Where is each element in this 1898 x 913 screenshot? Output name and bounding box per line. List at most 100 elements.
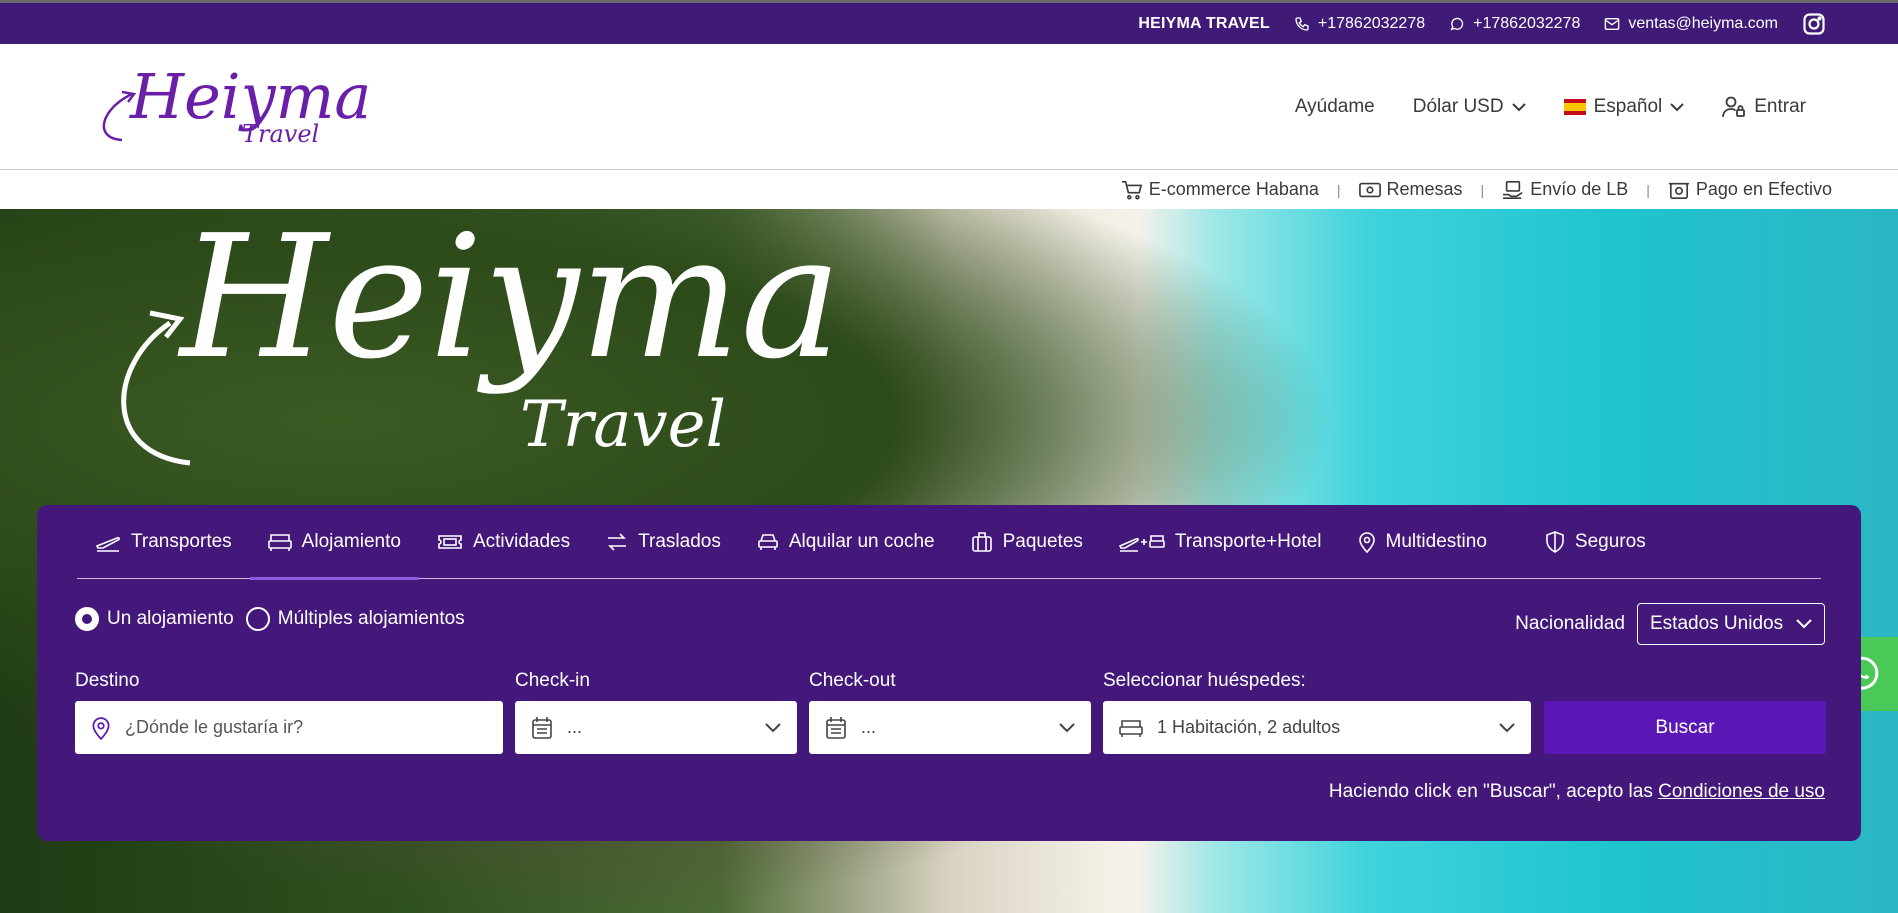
instagram-icon[interactable] [1802, 12, 1826, 36]
top-bar: HEIYMA TRAVEL +17862032278 +17862032278 … [0, 0, 1898, 44]
help-link[interactable]: Ayúdame [1295, 96, 1375, 118]
nationality-label: Nacionalidad [1515, 613, 1625, 634]
transfer-icon [608, 532, 627, 551]
tab-label: Transporte+Hotel [1174, 530, 1322, 552]
shipping-icon [1503, 180, 1523, 199]
divider: | [1646, 181, 1650, 198]
login-label: Entrar [1754, 96, 1806, 117]
radio-single-accommodation[interactable]: Un alojamiento [75, 607, 234, 631]
radio-label: Múltiples alojamientos [277, 608, 465, 629]
spain-flag-icon [1563, 99, 1586, 115]
currency-label: Dólar USD [1412, 96, 1504, 117]
accommodation-type-radios: Un alojamiento Múltiples alojamientos [75, 607, 465, 631]
checkout-field[interactable]: ... [809, 701, 1091, 754]
cart-icon [1121, 180, 1142, 200]
radio-label: Un alojamiento [107, 608, 234, 629]
chevron-down-icon [1511, 103, 1526, 112]
mail-icon [1605, 17, 1620, 30]
calendar-icon [532, 716, 552, 739]
product-tabs: Transportes Alojamiento Actividades Tras… [77, 505, 1821, 580]
plane-bed-icon [1118, 534, 1165, 552]
site-header: Heiyma Travel Ayúdame Dólar USD Español … [0, 44, 1898, 170]
pago-efectivo-link[interactable]: Pago en Efectivo [1668, 179, 1832, 200]
destination-placeholder: ¿Dónde le gustaría ir? [125, 717, 304, 737]
hero-logo: Heiyma Travel [100, 213, 842, 483]
divider: | [1480, 181, 1485, 198]
terms-notice: Haciendo click en "Buscar", acepto las C… [1329, 781, 1825, 803]
checkin-field[interactable]: ... [515, 701, 797, 754]
tab-traslados[interactable]: Traslados [588, 505, 739, 579]
email-address: ventas@heiyma.com [1628, 14, 1778, 32]
envio-link[interactable]: Envío de LB [1502, 179, 1628, 200]
hero-logo-sub-text: Travel [520, 388, 726, 462]
checkin-label: Check-in [515, 670, 590, 691]
tab-label: Actividades [472, 530, 571, 552]
site-logo[interactable]: Heiyma Travel [92, 58, 371, 158]
remesas-link[interactable]: Remesas [1358, 179, 1463, 200]
ticket-icon [438, 534, 462, 549]
language-dropdown[interactable]: Español [1563, 96, 1685, 118]
tab-alojamiento[interactable]: Alojamiento [249, 505, 420, 580]
nationality-select[interactable]: Estados Unidos [1637, 603, 1825, 645]
tab-actividades[interactable]: Actividades [419, 505, 588, 579]
guests-value: 1 Habitación, 2 adultos [1157, 717, 1341, 737]
chevron-down-icon [765, 722, 781, 732]
chevron-down-icon [1796, 619, 1812, 629]
destination-input[interactable]: ¿Dónde le gustaría ir? [75, 701, 503, 754]
chevron-down-icon [1670, 103, 1684, 112]
radio-dot [245, 607, 270, 631]
language-label: Español [1593, 96, 1663, 117]
terms-link[interactable]: Condiciones de uso [1658, 781, 1825, 802]
divider: | [1336, 181, 1341, 198]
whatsapp-icon [1450, 17, 1464, 30]
ecommerce-label: E-commerce Habana [1148, 179, 1319, 199]
ecommerce-link[interactable]: E-commerce Habana [1121, 179, 1319, 200]
tab-transporte-hotel[interactable]: Transporte+Hotel [1101, 505, 1340, 579]
radio-multiple-accommodations[interactable]: Múltiples alojamientos [245, 607, 465, 631]
email-contact[interactable]: ventas@heiyma.com [1604, 15, 1778, 33]
tab-label: Transportes [131, 530, 232, 552]
bed-icon [267, 533, 292, 551]
phone-icon [1295, 16, 1309, 31]
search-panel: Transportes Alojamiento Actividades Tras… [37, 505, 1861, 841]
location-icon [1358, 531, 1375, 553]
tab-label: Multidestino [1385, 530, 1487, 552]
checkout-label: Check-out [809, 670, 896, 691]
top-bar-brand: HEIYMA TRAVEL [1138, 14, 1270, 32]
currency-dropdown[interactable]: Dólar USD [1413, 96, 1526, 118]
tab-seguros[interactable]: Seguros [1527, 505, 1664, 579]
tab-paquetes[interactable]: Paquetes [953, 505, 1101, 579]
tab-transportes[interactable]: Transportes [77, 505, 250, 579]
tab-label: Seguros [1574, 530, 1646, 552]
login-link[interactable]: Entrar [1722, 96, 1806, 118]
hero-logo-main-text: Heiyma [180, 209, 842, 397]
car-icon [758, 533, 778, 550]
cash-icon [1668, 182, 1689, 199]
remesas-label: Remesas [1386, 179, 1463, 199]
tab-label: Alquilar un coche [788, 530, 935, 552]
calendar-icon [826, 716, 846, 739]
chevron-down-icon [1499, 722, 1515, 732]
checkin-value: ... [567, 717, 583, 737]
checkout-value: ... [861, 717, 877, 737]
search-button[interactable]: Buscar [1544, 701, 1826, 754]
location-icon [92, 716, 110, 740]
money-icon [1358, 182, 1381, 197]
envio-label: Envío de LB [1530, 179, 1629, 199]
guests-select[interactable]: 1 Habitación, 2 adultos [1103, 701, 1531, 754]
logo-sub-text: Travel [242, 120, 320, 148]
tab-label: Paquetes [1002, 530, 1083, 552]
pago-efectivo-label: Pago en Efectivo [1695, 179, 1832, 199]
guests-label: Seleccionar huéspedes: [1103, 670, 1306, 691]
phone-contact[interactable]: +17862032278 [1294, 15, 1425, 33]
shield-icon [1546, 530, 1564, 553]
phone-number: +17862032278 [1317, 14, 1426, 32]
secondary-nav: E-commerce Habana | Remesas | Envío de L… [0, 170, 1898, 209]
tab-label: Alojamiento [301, 530, 401, 552]
plane-icon [95, 536, 120, 552]
tab-alquilar-coche[interactable]: Alquilar un coche [739, 505, 953, 579]
tab-multidestino[interactable]: Multidestino [1340, 505, 1505, 579]
whatsapp-number: +17862032278 [1473, 14, 1581, 32]
whatsapp-contact[interactable]: +17862032278 [1449, 15, 1580, 33]
terms-text: Haciendo click en "Buscar", acepto las [1328, 781, 1653, 802]
